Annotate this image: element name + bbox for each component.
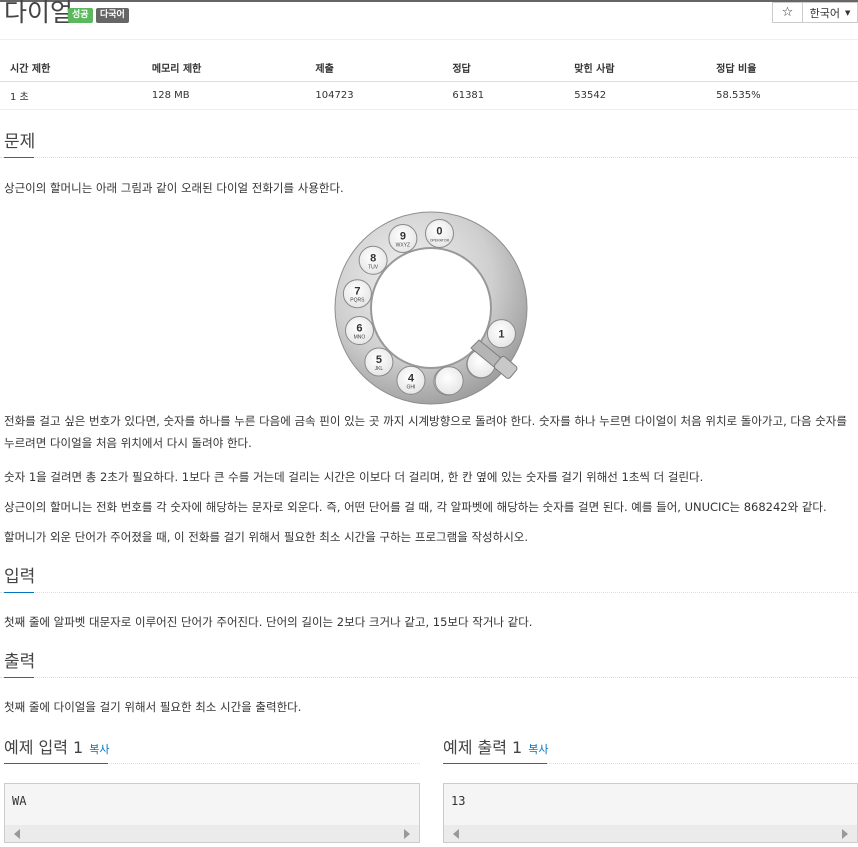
scroll-right-icon[interactable] [404,829,410,839]
language-dropdown[interactable]: 한국어 ▼ [802,2,858,23]
dial-hole-6: 6MNO [344,316,374,346]
info-time-limit: 1 초 [0,81,142,110]
info-value-row: 1 초 128 MB 104723 61381 53542 58.535% [0,81,858,110]
problem-paragraph-3: 상근이의 할머니는 전화 번호를 각 숫자에 해당하는 문자로 외운다. 즉, … [4,500,827,514]
page-title: 다이얼 [4,0,74,27]
horizontal-scrollbar[interactable] [444,825,857,842]
dial-hole-8: 8TUV [358,245,388,275]
dial-letters: OPERATOR [430,238,450,242]
input-section-header: 입력 [0,566,858,593]
dial-digit: 5 [376,354,382,366]
info-header-memory-limit: 메모리 제한 [141,54,306,82]
scroll-left-icon[interactable] [453,829,459,839]
star-icon: ☆ [781,5,794,20]
dial-letters: TUV [368,264,379,270]
dial-hole-0: 0OPERATOR [424,218,454,248]
info-header-accepted: 정답 [442,54,565,82]
dial-hole-4: 4GHI [396,365,426,395]
sample-input-copy-link[interactable]: 복사 [89,743,109,756]
problem-heading: 문제 [4,132,36,152]
language-label: 한국어 [809,6,840,20]
scroll-left-icon[interactable] [14,829,20,839]
status-badge-success: 성공 [68,8,93,23]
dial-hole-7: 7PQRS [342,279,372,309]
dial-digit: 0 [436,225,442,237]
dial-hole-5: 5JKL [364,347,394,377]
sample-output-header: 예제 출력 1 복사 [443,737,858,764]
info-accepted: 61381 [442,81,565,110]
problem-section-header: 문제 [0,131,858,158]
rotary-dial-image: 12ABC3DEF4GHI5JKL6MNO7PQRS8TUV9WXYZ0OPER… [334,211,528,405]
problem-info-table: 시간 제한 메모리 제한 제출 정답 맞힌 사람 정답 비율 1 초 128 M… [0,54,858,110]
dial-digit: 1 [498,329,504,341]
problem-paragraph-1: 전화를 걸고 싶은 번호가 있다면, 숫자를 하나를 누른 다음에 금속 핀이 … [4,414,847,450]
caret-down-icon: ▼ [844,8,851,17]
info-header-solved-users: 맞힌 사람 [564,54,707,82]
input-description: 첫째 줄에 알파벳 대문자로 이루어진 단어가 주어진다. 단어의 길이는 2보… [4,615,533,629]
dial-digit: 9 [400,230,406,242]
star-button[interactable]: ☆ [772,2,802,23]
info-header-row: 시간 제한 메모리 제한 제출 정답 맞힌 사람 정답 비율 [0,54,858,82]
sample-output-title: 예제 출력 1 복사 [443,738,549,757]
heading-underline [4,677,34,678]
info-submissions: 104723 [305,81,443,110]
problem-intro: 상근이의 할머니는 아래 그림과 같이 오래된 다이얼 전화기를 사용한다. [4,181,344,195]
dial-digit: 6 [356,323,362,335]
sample-input-box[interactable]: WA [4,783,420,843]
output-description: 첫째 줄에 다이얼을 걸기 위해서 필요한 최소 시간을 출력한다. [4,700,302,714]
sample-input-content: WA [12,794,27,808]
heading-underline [4,592,34,593]
heading-underline [4,157,34,158]
sample-output-box[interactable]: 13 [443,783,858,843]
scroll-right-icon[interactable] [842,829,848,839]
info-accept-ratio: 58.535% [706,81,858,110]
title-divider [0,39,858,40]
dial-letters: JKL [375,366,384,372]
problem-paragraph-4: 할머니가 외운 단어가 주어졌을 때, 이 전화를 걸기 위해서 필요한 최소 … [4,530,529,544]
sample-output-copy-link[interactable]: 복사 [528,743,548,756]
info-memory-limit: 128 MB [141,81,306,110]
heading-underline [443,763,547,764]
dial-blank-hole [434,366,464,396]
dial-digit: 4 [408,372,415,384]
info-solved-users: 53542 [564,81,707,110]
dial-letters: WXYZ [396,242,410,248]
problem-actions: ☆ 한국어 ▼ [772,2,858,23]
status-badge-multilang: 다국어 [96,8,129,23]
sample-input-title: 예제 입력 1 복사 [4,738,110,757]
dial-digit: 8 [370,252,376,264]
info-header-submissions: 제출 [305,54,443,82]
horizontal-scrollbar[interactable] [5,825,419,842]
dial-letters: MNO [354,335,366,341]
input-heading: 입력 [4,567,36,587]
sample-input-header: 예제 입력 1 복사 [4,737,420,764]
problem-paragraph-2: 숫자 1을 걸려면 총 2초가 필요하다. 1보다 큰 수를 거는데 걸리는 시… [4,470,704,484]
info-header-accept-ratio: 정답 비율 [706,54,858,82]
info-header-time-limit: 시간 제한 [0,54,142,82]
dial-letters: PQRS [350,298,365,304]
output-heading: 출력 [4,652,36,672]
heading-underline [4,763,108,764]
top-border [0,0,858,2]
dial-hole-1: 1 [486,319,516,349]
dial-letters: GHI [407,384,416,390]
dial-hole-9: 9WXYZ [388,223,418,253]
sample-output-content: 13 [451,794,466,808]
output-section-header: 출력 [0,651,858,678]
dial-digit: 7 [354,286,360,298]
